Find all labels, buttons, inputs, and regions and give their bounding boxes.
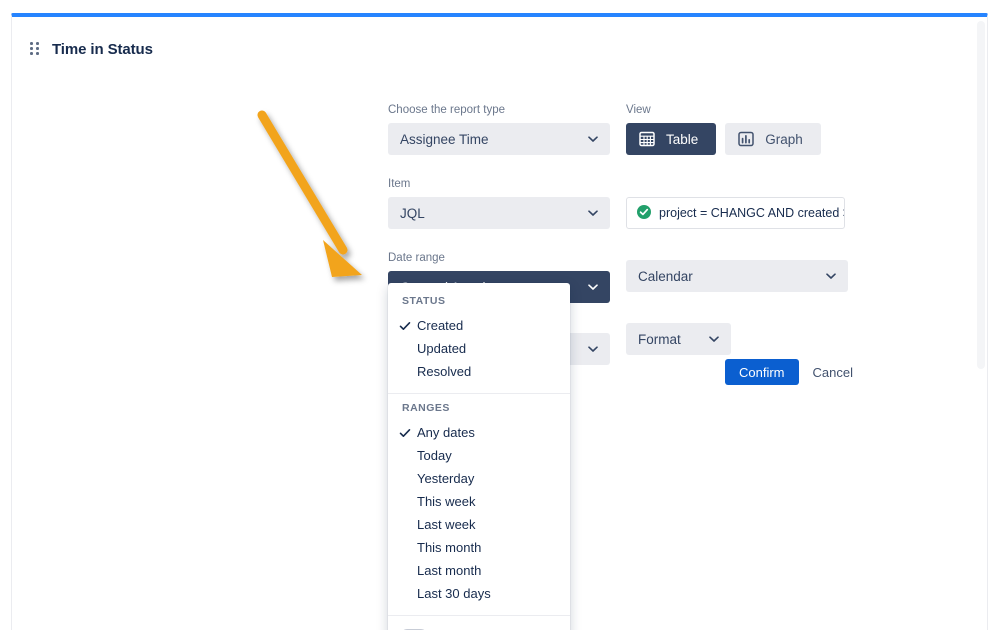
calendar-select[interactable]: Calendar [626, 260, 848, 292]
chevron-down-icon [588, 134, 598, 144]
cancel-button[interactable]: Cancel [813, 365, 853, 380]
dropdown-item-this-week[interactable]: This week [388, 490, 570, 513]
dropdown-item-label: Last week [417, 517, 476, 532]
chevron-down-icon [588, 208, 598, 218]
view-option-table[interactable]: Table [626, 123, 717, 155]
dropdown-footer: Trim data for selected period only? [388, 615, 570, 630]
dropdown-item-label: This month [417, 540, 482, 555]
chevron-down-icon [588, 282, 598, 292]
checkmark-icon [399, 320, 411, 332]
dropdown-item-this-month[interactable]: This month [388, 536, 570, 559]
dropdown-item-label: Today [417, 448, 452, 463]
dropdown-item-updated[interactable]: Updated [388, 337, 570, 360]
bar-chart-icon [738, 131, 755, 147]
view-label: View [626, 104, 651, 116]
page-title: Time in Status [52, 40, 153, 58]
dropdown-item-last-30-days[interactable]: Last 30 days [388, 582, 570, 605]
footer-actions: Confirm Cancel [725, 359, 853, 385]
dropdown-item-label: Resolved [417, 364, 472, 379]
dropdown-item-last-week[interactable]: Last week [388, 513, 570, 536]
dropdown-item-resolved[interactable]: Resolved [388, 360, 570, 383]
item-select[interactable]: JQL [388, 197, 610, 229]
card-header: Time in Status [12, 21, 987, 77]
confirm-button[interactable]: Confirm [725, 359, 799, 385]
green-check-circle-icon [637, 204, 651, 222]
format-select[interactable]: Format [626, 323, 731, 355]
drag-dots-icon[interactable] [30, 42, 40, 56]
view-option-graph[interactable]: Graph [725, 123, 821, 155]
table-grid-icon [639, 131, 655, 147]
chevron-down-icon [588, 344, 598, 354]
dropdown-section-title-status: STATUS [402, 295, 446, 307]
dropdown-item-created[interactable]: Created [388, 314, 570, 337]
dropdown-divider [388, 393, 570, 394]
format-select-value: Format [638, 331, 681, 347]
view-option-table-label: Table [666, 131, 699, 147]
dropdown-item-today[interactable]: Today [388, 444, 570, 467]
dropdown-item-label: Any dates [417, 425, 475, 440]
jql-input[interactable]: project = CHANGC AND created >= [626, 197, 845, 229]
report-type-label: Choose the report type [388, 104, 505, 116]
view-toggle-group: Table Graph [626, 123, 866, 155]
report-type-select[interactable]: Assignee Time [388, 123, 610, 155]
date-range-label: Date range [388, 252, 445, 264]
jql-value: project = CHANGC AND created >= [659, 206, 845, 220]
form-right-column: View Table Graph project = CHANGC AND cr… [626, 103, 866, 355]
app-root: Time in Status Choose the report type As… [0, 0, 999, 630]
date-range-dropdown-menu: STATUS Created Updated Resolved RANGES A… [388, 283, 570, 630]
dropdown-item-label: Last month [417, 563, 482, 578]
chevron-down-icon [709, 334, 719, 344]
dropdown-item-label: Updated [417, 341, 467, 356]
item-label: Item [388, 178, 411, 190]
dropdown-item-last-month[interactable]: Last month [388, 559, 570, 582]
report-type-value: Assignee Time [400, 131, 489, 147]
dropdown-section-title-ranges: RANGES [402, 402, 450, 414]
dropdown-item-label: This week [417, 494, 476, 509]
dropdown-item-any-dates[interactable]: Any dates [388, 421, 570, 444]
time-in-status-card: Time in Status Choose the report type As… [11, 13, 988, 630]
vertical-scrollbar[interactable] [974, 21, 987, 630]
calendar-select-value: Calendar [638, 268, 693, 284]
dropdown-item-label: Yesterday [417, 471, 475, 486]
checkmark-icon [399, 427, 411, 439]
dropdown-item-label: Created [417, 318, 464, 333]
dropdown-item-yesterday[interactable]: Yesterday [388, 467, 570, 490]
item-value: JQL [400, 205, 425, 221]
view-option-graph-label: Graph [765, 131, 803, 147]
dropdown-item-label: Last 30 days [417, 586, 491, 601]
scrollbar-thumb[interactable] [977, 21, 985, 369]
chevron-down-icon [826, 271, 836, 281]
